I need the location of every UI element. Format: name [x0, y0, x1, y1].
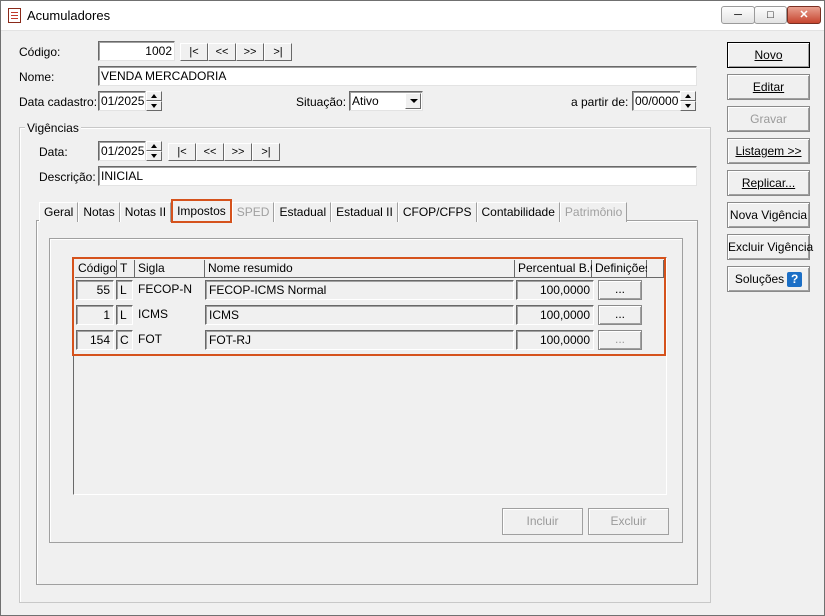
codigo-label: Código: — [19, 45, 61, 59]
nova-vigencia-button-label: Nova Vigência — [729, 208, 808, 222]
a-partir-field[interactable]: 00/0000 — [632, 91, 681, 111]
vigencia-data-spinner[interactable] — [146, 141, 162, 161]
excluir-vigencia-button-label: Excluir Vigência — [728, 240, 814, 254]
excluir-button[interactable]: Excluir — [588, 508, 669, 535]
chevron-down-icon[interactable] — [405, 93, 421, 109]
data-cadastro-spinner[interactable] — [146, 91, 162, 111]
spin-down-icon[interactable] — [146, 101, 162, 111]
nova-vigencia-button[interactable]: Nova Vigência — [727, 202, 810, 228]
gravar-button-label: Gravar — [750, 112, 787, 126]
a-partir-label: a partir de: — [571, 95, 629, 109]
app-document-icon — [8, 8, 21, 23]
nome-label: Nome: — [19, 70, 55, 84]
next-record-button[interactable]: >> — [236, 43, 264, 61]
novo-button-label: Novo — [754, 48, 783, 62]
solucoes-button-label: Soluções — [734, 272, 785, 286]
spin-down-icon[interactable] — [680, 101, 696, 111]
acumuladores-window: Acumuladores ─ □ ✕ Código: 1002 |< << >>… — [0, 0, 825, 616]
data-cadastro-label: Data cadastro: — [19, 95, 98, 109]
gravar-button[interactable]: Gravar — [727, 106, 810, 132]
situacao-select[interactable]: Ativo — [349, 91, 423, 111]
maximize-button[interactable]: □ — [754, 6, 787, 24]
tab-contabilidade[interactable]: Contabilidade — [476, 202, 560, 222]
tab-geral[interactable]: Geral — [39, 202, 79, 222]
situacao-value: Ativo — [352, 94, 379, 108]
excluir-vigencia-button[interactable]: Excluir Vigência — [727, 234, 814, 260]
first-vigencia-button[interactable]: |< — [168, 143, 196, 161]
vigencia-nav: |< << >> >| — [168, 143, 280, 161]
a-partir-spinner[interactable] — [680, 91, 696, 111]
last-vigencia-button[interactable]: >| — [252, 143, 280, 161]
incluir-button[interactable]: Incluir — [502, 508, 583, 535]
grid-highlight-box — [72, 257, 666, 356]
replicar-button[interactable]: Replicar... — [727, 170, 810, 196]
tab-impostos[interactable]: Impostos — [171, 199, 232, 223]
title-bar: Acumuladores ─ □ ✕ — [1, 1, 824, 31]
tab-sped: SPED — [231, 202, 275, 222]
vigencia-data-field[interactable]: 01/2025 — [98, 141, 146, 161]
window-title: Acumuladores — [27, 8, 111, 23]
prev-record-button[interactable]: << — [208, 43, 236, 61]
codigo-field[interactable]: 1002 — [98, 41, 175, 61]
tab-estadual[interactable]: Estadual — [274, 202, 332, 222]
spin-up-icon[interactable] — [146, 91, 162, 101]
first-record-button[interactable]: |< — [180, 43, 208, 61]
tab-cfop-cfps[interactable]: CFOP/CFPS — [397, 202, 477, 222]
situacao-label: Situação: — [296, 95, 347, 109]
solucoes-button[interactable]: Soluções? — [727, 266, 810, 292]
replicar-button-label: Replicar... — [741, 176, 796, 190]
codigo-nav: |< << >> >| — [180, 43, 292, 61]
tab-notas-ii[interactable]: Notas II — [119, 202, 172, 222]
spin-up-icon[interactable] — [680, 91, 696, 101]
editar-button-label: Editar — [752, 80, 785, 94]
vigencias-title: Vigências — [25, 121, 81, 135]
tab-notas[interactable]: Notas — [78, 202, 120, 222]
last-record-button[interactable]: >| — [264, 43, 292, 61]
minimize-button[interactable]: ─ — [721, 6, 755, 24]
descricao-label: Descrição: — [39, 170, 96, 184]
nome-field[interactable]: VENDA MERCADORIA — [98, 66, 697, 86]
prev-vigencia-button[interactable]: << — [196, 143, 224, 161]
spin-up-icon[interactable] — [146, 141, 162, 151]
descricao-field[interactable]: INICIAL — [98, 166, 697, 186]
listagem-button[interactable]: Listagem >> — [727, 138, 810, 164]
tab-estadual-ii[interactable]: Estadual II — [331, 202, 398, 222]
spin-down-icon[interactable] — [146, 151, 162, 161]
novo-button[interactable]: Novo — [727, 42, 810, 68]
data-cadastro-field[interactable]: 01/2025 — [98, 91, 146, 111]
editar-button[interactable]: Editar — [727, 74, 810, 100]
help-icon: ? — [787, 272, 803, 288]
tab-patrimonio: Patrimônio — [559, 202, 628, 222]
listagem-button-label: Listagem >> — [735, 144, 802, 158]
vigencia-data-label: Data: — [39, 145, 68, 159]
tab-strip: Geral Notas Notas II Impostos SPED Estad… — [39, 199, 628, 223]
next-vigencia-button[interactable]: >> — [224, 143, 252, 161]
close-button[interactable]: ✕ — [787, 6, 821, 24]
